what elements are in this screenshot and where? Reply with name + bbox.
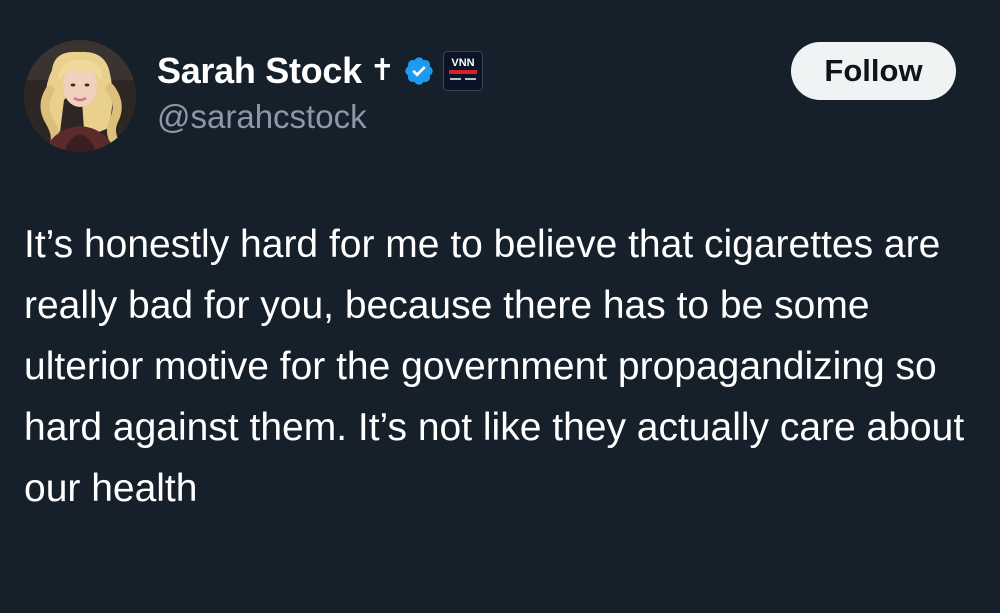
affiliate-badge-text: VNN [451, 57, 474, 69]
display-name[interactable]: Sarah Stock [157, 50, 362, 92]
follow-button[interactable]: Follow [791, 42, 956, 100]
tweet-text: It’s honestly hard for me to believe tha… [24, 223, 965, 510]
verified-badge-icon[interactable] [403, 55, 435, 87]
author-handle[interactable]: @sarahcstock [157, 98, 367, 136]
latin-cross-emoji: ✝ [369, 53, 395, 88]
author-name-row: Sarah Stock ✝ VNN [157, 48, 483, 94]
avatar[interactable] [24, 40, 136, 152]
affiliate-badge-icon[interactable]: VNN [442, 51, 483, 91]
tweet-card: Sarah Stock ✝ VNN @sarahcstock Follow It… [0, 0, 1000, 613]
avatar-photo [24, 40, 136, 152]
